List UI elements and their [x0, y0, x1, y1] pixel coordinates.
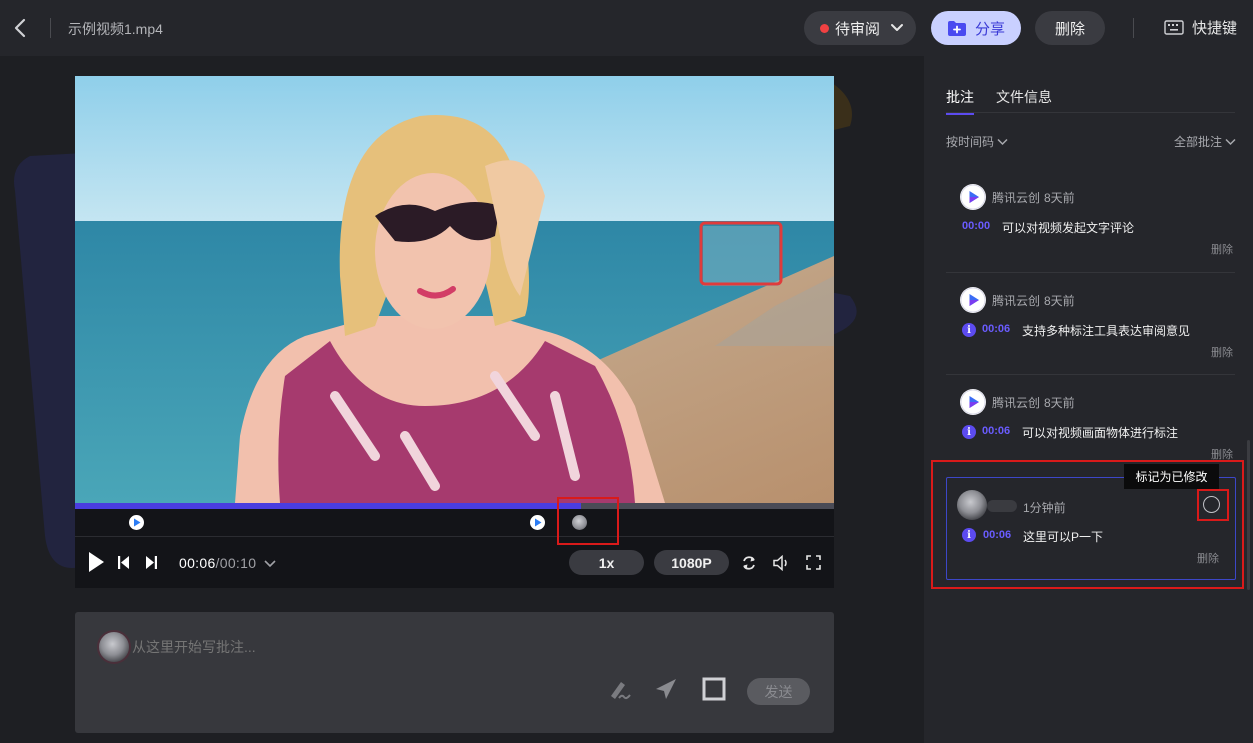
playback-speed-button[interactable]: 1x [569, 550, 644, 575]
back-arrow-icon[interactable] [10, 16, 32, 40]
divider [946, 272, 1235, 273]
play-logo-icon [960, 184, 986, 210]
delete-button[interactable]: 删除 [1035, 11, 1105, 45]
comment-author: 腾讯云创 [992, 294, 1041, 308]
avatar [960, 287, 986, 313]
comment-marker[interactable] [530, 515, 545, 530]
comment-time: 8天前 [1044, 191, 1075, 205]
volume-icon[interactable] [773, 555, 790, 571]
sort-dropdown[interactable]: 按时间码 [946, 133, 1008, 150]
comment-timecode[interactable]: 00:00 [962, 220, 990, 232]
comment-marker-row [75, 509, 834, 537]
tab-comments[interactable]: 批注 [946, 87, 974, 115]
comment-author: 腾讯云创 [992, 191, 1041, 205]
review-area: 00:06/00:10 1x 1080P 从这里开始写批注... 发送 [0, 56, 924, 743]
keyboard-icon [1164, 20, 1184, 35]
comment-delete-link[interactable]: 删除 [1197, 550, 1219, 566]
rectangle-tool-icon[interactable] [701, 676, 727, 702]
status-dot-icon [820, 23, 829, 33]
top-bar: 示例视频1.mp4 待审阅 分享 删除 快捷键 [0, 0, 1253, 56]
fullscreen-icon[interactable] [806, 555, 821, 570]
tooltip: 标记为已修改 [1124, 464, 1219, 489]
filter-label: 全部批注 [1173, 135, 1222, 149]
tab-file-info[interactable]: 文件信息 [996, 87, 1052, 115]
comment-item[interactable]: 腾讯云创 8天前 i 00:06 支持多种标注工具表达审阅意见 删除 [946, 277, 1235, 373]
quality-button[interactable]: 1080P [654, 550, 729, 575]
divider [1133, 18, 1134, 38]
scrollbar-thumb[interactable] [1247, 440, 1250, 590]
share-label: 分享 [974, 20, 1005, 38]
play-logo-icon [134, 518, 141, 527]
divider [946, 374, 1235, 375]
current-time: 00:06 [179, 555, 216, 571]
comment-timecode[interactable]: 00:06 [982, 323, 1010, 335]
comment-timecode[interactable]: 00:06 [983, 529, 1011, 541]
pen-draw-icon[interactable] [607, 676, 633, 702]
chevron-down-icon [997, 138, 1008, 145]
chevron-down-icon [1225, 138, 1236, 145]
next-frame-icon[interactable] [145, 556, 157, 569]
comment-marker[interactable] [129, 515, 144, 530]
play-logo-icon [535, 518, 542, 527]
play-logo-icon [960, 389, 986, 415]
mark-resolved-toggle[interactable] [1203, 496, 1220, 513]
comment-text: 可以对视频发起文字评论 [1002, 221, 1135, 235]
player-controls: 00:06/00:10 1x 1080P [75, 537, 834, 588]
comment-time: 8天前 [1044, 294, 1075, 308]
time-display[interactable]: 00:06/00:10 [179, 555, 276, 571]
comment-time: 8天前 [1044, 396, 1075, 410]
video-player: 00:06/00:10 1x 1080P [75, 76, 834, 588]
comment-text: 这里可以P一下 [1023, 530, 1104, 544]
filter-dropdown[interactable]: 全部批注 [1174, 133, 1236, 150]
comment-composer: 发送 [75, 612, 834, 733]
folder-plus-icon [947, 20, 966, 36]
shortcut-label: 快捷键 [1192, 20, 1238, 37]
file-name: 示例视频1.mp4 [68, 21, 163, 37]
avatar [960, 389, 986, 415]
play-logo-icon [960, 287, 986, 313]
share-button[interactable]: 分享 [931, 11, 1021, 45]
play-icon[interactable] [87, 551, 105, 573]
avatar [960, 184, 986, 210]
review-status-dropdown[interactable]: 待审阅 [804, 11, 916, 45]
comment-timecode[interactable]: 00:06 [982, 425, 1010, 437]
annotation-info-icon: i [962, 425, 976, 439]
comment-input[interactable] [132, 639, 532, 655]
comment-text: 可以对视频画面物体进行标注 [1022, 426, 1179, 440]
status-label: 待审阅 [835, 20, 881, 38]
avatar [97, 630, 131, 664]
comment-item-selected[interactable]: 1分钟前 i 00:06 这里可以P一下 删除 [946, 477, 1236, 580]
comment-time: 1分钟前 [1023, 501, 1066, 515]
author-name-blurred [987, 500, 1017, 512]
highlight-outline [557, 497, 619, 545]
comment-item[interactable]: 腾讯云创 8天前 00:00 可以对视频发起文字评论 删除 [946, 174, 1235, 270]
sort-label: 按时间码 [946, 135, 995, 149]
total-time: 00:10 [219, 555, 257, 571]
chevron-down-icon [891, 24, 903, 31]
comment-author: 腾讯云创 [992, 396, 1041, 410]
chevron-down-icon [263, 560, 276, 568]
arrow-tool-icon[interactable] [653, 676, 679, 702]
video-frame[interactable] [75, 76, 834, 503]
comment-delete-link[interactable]: 删除 [1211, 241, 1233, 257]
divider [50, 18, 51, 38]
annotation-info-icon: i [962, 528, 976, 542]
comment-text: 支持多种标注工具表达审阅意见 [1022, 324, 1191, 338]
comments-panel: 批注 文件信息 按时间码 全部批注 腾讯云创 8天前 00:00 可以对视频发起… [924, 56, 1253, 743]
annotation-info-icon: i [962, 323, 976, 337]
avatar [957, 490, 987, 520]
send-button[interactable]: 发送 [747, 678, 810, 705]
divider [946, 112, 1235, 113]
shortcut-button[interactable]: 快捷键 [1164, 17, 1237, 38]
loop-icon[interactable] [741, 555, 757, 571]
panel-tabs: 批注 文件信息 [946, 87, 1052, 115]
comment-delete-link[interactable]: 删除 [1211, 344, 1233, 360]
previous-frame-icon[interactable] [118, 556, 130, 569]
